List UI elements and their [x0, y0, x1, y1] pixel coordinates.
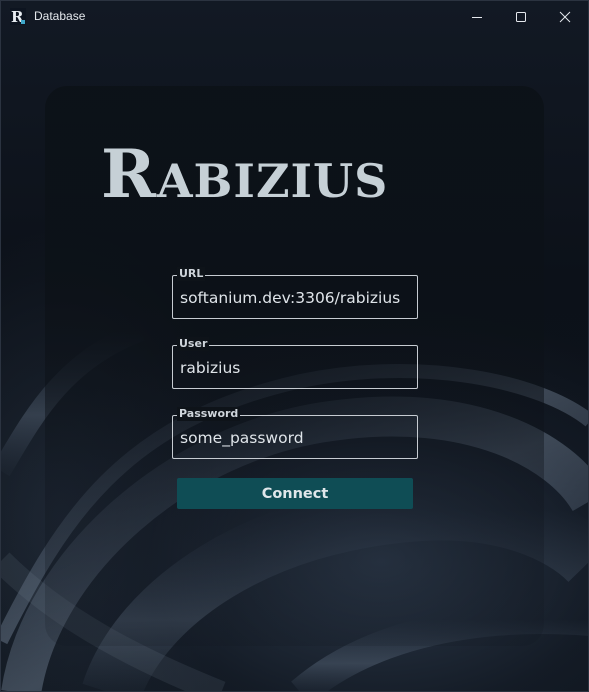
close-icon	[559, 11, 571, 22]
url-input[interactable]	[180, 288, 414, 308]
close-button[interactable]	[543, 1, 587, 32]
window-title: Database	[34, 9, 86, 23]
user-label: User	[177, 337, 210, 351]
url-label: URL	[177, 267, 206, 281]
user-input[interactable]	[180, 358, 414, 378]
password-field[interactable]: Password	[172, 407, 418, 459]
rabizius-logo: Rabizius	[101, 135, 389, 213]
password-input[interactable]	[180, 428, 414, 448]
app-logo-icon: R	[10, 8, 26, 25]
user-field[interactable]: User	[172, 337, 418, 389]
database-window: R Database Rabizius URL User	[0, 0, 589, 692]
title-bar[interactable]: R Database	[1, 1, 588, 32]
password-label: Password	[177, 407, 241, 421]
connect-button[interactable]: Connect	[177, 478, 413, 509]
minimize-icon	[472, 16, 482, 18]
url-field[interactable]: URL	[172, 267, 418, 319]
maximize-button[interactable]	[499, 1, 543, 32]
maximize-icon	[516, 11, 526, 22]
minimize-button[interactable]	[455, 1, 499, 32]
